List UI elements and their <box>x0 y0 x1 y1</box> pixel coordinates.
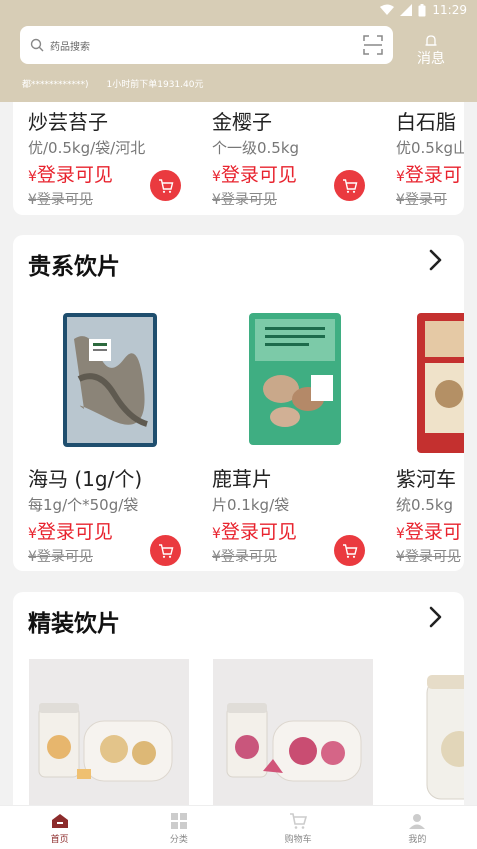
cart-icon <box>158 543 173 558</box>
wifi-icon <box>380 4 395 15</box>
add-to-cart-button[interactable] <box>150 170 181 201</box>
home-icon <box>51 814 68 828</box>
product-card-top: 炒芸苔子 优/0.5kg/袋/河北 ¥登录可见 ¥登录可见 金樱子 个一级0.5… <box>13 102 464 215</box>
jar-product-image <box>426 675 464 800</box>
message-button[interactable]: 消息 <box>412 34 450 68</box>
jar-product-image <box>226 703 362 782</box>
add-to-cart-button[interactable] <box>150 535 181 566</box>
bell-icon <box>425 35 437 46</box>
product-original-price: ¥登录可见 <box>396 546 464 566</box>
product-name: 鹿茸片 <box>212 467 272 491</box>
price-symbol: ¥ <box>396 169 405 185</box>
section-gui: 贵系饮片 海马 (1g/个) 每1g/个*50g/袋 ¥登录可见 ¥登录可见 鹿… <box>13 235 464 571</box>
scan-icon[interactable] <box>363 35 383 55</box>
tab-cart[interactable]: 购物车 <box>239 806 358 849</box>
orig-value: 登录可见 <box>36 192 93 208</box>
home-content[interactable]: 炒芸苔子 优/0.5kg/袋/河北 ¥登录可见 ¥登录可见 金樱子 个一级0.5… <box>0 102 477 805</box>
product-image[interactable] <box>213 659 373 805</box>
orig-value: 登录可见 <box>220 192 277 208</box>
antler-package-image <box>249 313 341 445</box>
tab-profile[interactable]: 我的 <box>358 806 477 849</box>
product-image[interactable] <box>29 299 189 459</box>
product-price: ¥登录可 <box>396 160 464 187</box>
cart-icon <box>158 178 173 193</box>
order-notice: 都************) 1小时前下单1931.40元 <box>22 77 203 90</box>
tab-label: 分类 <box>169 835 188 845</box>
user-icon <box>409 814 426 829</box>
message-label: 消息 <box>417 51 445 67</box>
orig-value: 登录可见 <box>36 549 93 565</box>
product-name: 紫河车 <box>396 467 456 491</box>
price-symbol: ¥ <box>28 169 37 185</box>
add-to-cart-button[interactable] <box>334 535 365 566</box>
price-value: 登录可 <box>404 521 462 543</box>
orig-value: 登录可 <box>404 192 447 208</box>
orig-symbol: ¥ <box>28 192 37 208</box>
add-to-cart-button[interactable] <box>334 170 365 201</box>
product-price: ¥登录可 <box>396 517 464 544</box>
tab-label: 购物车 <box>284 835 312 845</box>
product-spec: 每1g/个*50g/袋 <box>28 496 139 514</box>
product-name: 金樱子 <box>212 110 272 134</box>
price-value: 登录可见 <box>36 521 113 543</box>
section-title: 精装饮片 <box>28 611 120 637</box>
header: 药品搜索 消息 都************) 1小时前下单1931.40元 <box>0 20 477 102</box>
product-item[interactable]: 紫河车 统0.5kg ¥登录可 ¥登录可见 <box>396 463 464 566</box>
notice-text: 1小时前下单1931.40元 <box>106 80 204 90</box>
product-spec: 片0.1kg/袋 <box>212 496 290 514</box>
seahorse-package-image <box>63 313 157 447</box>
price-symbol: ¥ <box>28 526 37 542</box>
product-image[interactable] <box>397 659 464 805</box>
product-spec: 个一级0.5kg <box>212 139 300 157</box>
price-symbol: ¥ <box>212 169 221 185</box>
product-name: 炒芸苔子 <box>28 110 108 134</box>
orig-symbol: ¥ <box>396 549 405 565</box>
orig-symbol: ¥ <box>28 549 37 565</box>
status-bar: 11:29 <box>0 0 477 20</box>
chevron-right-icon[interactable] <box>428 606 444 628</box>
product-image[interactable] <box>397 299 464 459</box>
price-symbol: ¥ <box>212 526 221 542</box>
price-value: 登录可 <box>404 164 462 186</box>
product-item[interactable]: 白石脂 优0.5kg山 ¥登录可 ¥登录可 <box>396 106 464 209</box>
tab-label: 首页 <box>50 835 69 845</box>
product-spec: 优/0.5kg/袋/河北 <box>28 139 146 157</box>
category-icon <box>170 813 187 829</box>
orig-value: 登录可见 <box>404 549 461 565</box>
price-symbol: ¥ <box>396 526 405 542</box>
orig-symbol: ¥ <box>212 549 221 565</box>
placenta-package-image <box>417 313 464 453</box>
search-input[interactable]: 药品搜索 <box>50 38 363 53</box>
product-image[interactable] <box>213 299 373 459</box>
search-bar[interactable]: 药品搜索 <box>20 26 393 64</box>
product-original-price: ¥登录可 <box>396 189 464 209</box>
orig-symbol: ¥ <box>212 192 221 208</box>
orig-symbol: ¥ <box>396 192 405 208</box>
status-time: 11:29 <box>432 3 467 17</box>
tab-label: 我的 <box>408 835 427 845</box>
cart-icon <box>290 813 308 829</box>
signal-icon <box>400 4 413 16</box>
product-spec: 统0.5kg <box>396 496 454 514</box>
price-value: 登录可见 <box>220 164 297 186</box>
section-jing: 精装饮片 <box>13 592 464 805</box>
notice-user: 都************) <box>22 80 89 90</box>
search-icon <box>30 38 44 52</box>
cart-icon <box>342 543 357 558</box>
tab-home[interactable]: 首页 <box>0 806 119 849</box>
cart-icon <box>342 178 357 193</box>
product-name: 海马 (1g/个) <box>28 467 143 491</box>
product-name: 白石脂 <box>396 110 456 134</box>
price-value: 登录可见 <box>36 164 113 186</box>
section-title: 贵系饮片 <box>28 254 120 280</box>
product-image[interactable] <box>29 659 189 805</box>
jar-product-image <box>38 703 173 782</box>
orig-value: 登录可见 <box>220 549 277 565</box>
tab-category[interactable]: 分类 <box>119 806 238 849</box>
price-value: 登录可见 <box>220 521 297 543</box>
bottom-tab-bar: 首页 分类 购物车 我的 <box>0 805 477 849</box>
battery-icon <box>418 3 426 16</box>
product-spec: 优0.5kg山 <box>396 139 464 157</box>
chevron-right-icon[interactable] <box>428 249 444 271</box>
